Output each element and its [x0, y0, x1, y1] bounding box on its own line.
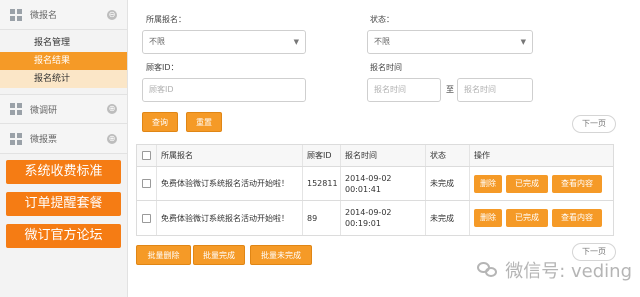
signup-clock: 00:19:01: [345, 219, 381, 228]
customer-id-input[interactable]: 顾客ID: [142, 78, 306, 102]
mark-complete-button[interactable]: 已完成: [506, 174, 548, 193]
sidebar-submenu: 报名管理 报名结果 报名统计: [0, 30, 127, 88]
reset-button[interactable]: 重置: [186, 112, 222, 132]
activity-name: 免费体验微订系统报名活动开始啦！: [157, 167, 303, 200]
row-actions: 删除 已完成 查看内容: [470, 167, 613, 200]
column-header: 顾客ID: [303, 145, 341, 166]
time-start-input[interactable]: 报名时间: [367, 78, 441, 102]
select-all-checkbox[interactable]: [142, 151, 151, 160]
status-select[interactable]: 不限 ▼: [367, 30, 533, 54]
chevron-down-icon: ▼: [520, 38, 526, 46]
sidebar-item-results[interactable]: 报名结果: [0, 52, 127, 70]
status-text: 未完成: [426, 201, 470, 235]
signup-time-label: 报名时间: [370, 63, 402, 72]
sidebar-item-stats[interactable]: 报名统计: [0, 70, 127, 88]
delete-button[interactable]: 删除: [474, 209, 502, 227]
customer-id-label: 顾客ID：: [146, 63, 179, 72]
signup-time: 2014-09-02 00:01:41: [341, 167, 426, 200]
pricing-button[interactable]: 系统收费标准: [6, 160, 121, 184]
bulk-complete-button[interactable]: 批量完成: [193, 245, 245, 265]
column-header: 所属报名: [157, 145, 303, 166]
status-select-value: 不限: [374, 37, 390, 46]
signup-time: 2014-09-02 00:19:01: [341, 201, 426, 235]
column-header: 操作: [474, 151, 490, 160]
chevron-down-icon: ▼: [293, 38, 299, 46]
sidebar-section-survey[interactable]: 微调研 ⊕: [0, 94, 127, 124]
query-button[interactable]: 查询: [142, 112, 178, 132]
signup-date: 2014-09-02: [345, 173, 392, 183]
sidebar-section-ticket[interactable]: 微报票 ⊕: [0, 124, 127, 154]
row-actions: 删除 已完成 查看内容: [470, 201, 613, 235]
status-filter-label: 状态：: [370, 15, 394, 24]
grid-icon: [10, 8, 22, 21]
view-content-button[interactable]: 查看内容: [552, 209, 602, 227]
delete-button[interactable]: 删除: [474, 174, 502, 193]
customer-id: 152811: [303, 167, 341, 200]
watermark-text: 微信号: veding: [505, 261, 632, 282]
table-row: 免费体验微订系统报名活动开始啦！ 152811 2014-09-02 00:01…: [137, 167, 613, 201]
next-page-button-top[interactable]: 下一页: [572, 115, 616, 133]
wechat-icon: [477, 261, 499, 279]
collapse-icon[interactable]: ⊖: [107, 9, 117, 20]
bulk-delete-button[interactable]: 批量删除: [136, 245, 191, 265]
status-text: 未完成: [426, 167, 470, 200]
sidebar-section-label: 微报名: [30, 11, 58, 21]
row-select-cell: [137, 167, 157, 200]
row-checkbox[interactable]: [142, 179, 151, 188]
sidebar-section-label: 微报票: [30, 135, 58, 145]
sidebar-section-label: 微调研: [30, 105, 58, 116]
order-reminder-button[interactable]: 订单提醒套餐: [6, 192, 121, 216]
results-table: 所属报名 顾客ID 报名时间 状态 操作 免费体验微订系统报名活动开始啦！ 15…: [136, 144, 614, 236]
expand-icon[interactable]: ⊕: [107, 133, 117, 144]
signup-clock: 00:01:41: [345, 184, 381, 194]
row-select-cell: [137, 201, 157, 235]
grid-icon: [10, 132, 22, 145]
activity-name: 免费体验微订系统报名活动开始啦！: [157, 201, 303, 235]
mark-complete-button[interactable]: 已完成: [506, 209, 548, 227]
select-all-cell: [137, 145, 157, 166]
table-row: 免费体验微订系统报名活动开始啦！ 89 2014-09-02 00:19:01 …: [137, 201, 613, 235]
customer-id: 89: [303, 201, 341, 235]
time-range-separator: 至: [446, 85, 454, 94]
bulk-incomplete-button[interactable]: 批量未完成: [250, 245, 312, 265]
time-end-input[interactable]: 报名时间: [457, 78, 533, 102]
grid-icon: [10, 103, 22, 115]
row-checkbox[interactable]: [142, 213, 151, 223]
signup-date: 2014-09-02: [345, 208, 392, 217]
column-header: 报名时间: [341, 145, 426, 166]
expand-icon[interactable]: ⊕: [107, 104, 117, 114]
forum-button[interactable]: 微订官方论坛: [6, 224, 121, 248]
table-header-row: 所属报名 顾客ID 报名时间 状态 操作: [137, 145, 613, 167]
sidebar-item-manage[interactable]: 报名管理: [0, 34, 127, 52]
activity-select-value: 不限: [149, 37, 165, 46]
sidebar-section-baoming[interactable]: 微报名 ⊖: [0, 0, 127, 30]
wechat-watermark: 微信号: veding: [477, 257, 632, 283]
column-header: 状态: [426, 145, 470, 166]
activity-filter-label: 所属报名：: [146, 15, 186, 24]
sidebar: 微报名 ⊖ 报名管理 报名结果 报名统计 微调研 ⊕ 微报票 ⊕ 系统收费标准 …: [0, 0, 128, 297]
activity-select[interactable]: 不限 ▼: [142, 30, 306, 54]
view-content-button[interactable]: 查看内容: [552, 174, 602, 193]
